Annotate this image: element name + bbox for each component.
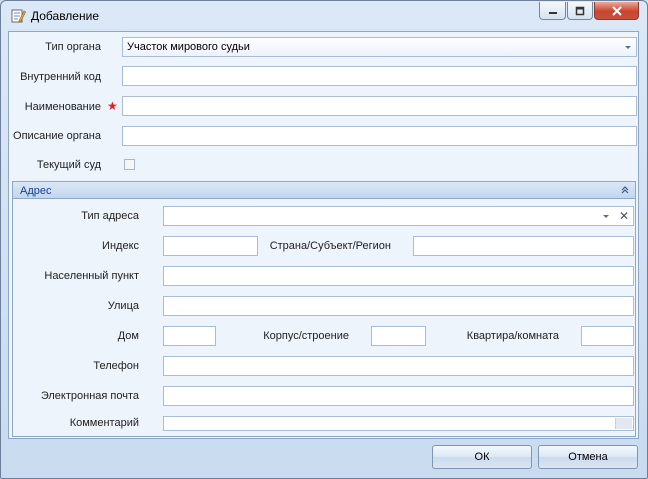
collapse-icon[interactable] [619,183,631,197]
close-button[interactable] [594,2,639,20]
description-input[interactable] [122,126,637,146]
current-court-checkbox[interactable] [124,159,135,170]
building-label: Корпус/строение [263,330,349,342]
country-region-label: Страна/Субъект/Регион [269,240,391,252]
building-input[interactable] [371,326,426,346]
comment-input[interactable] [163,416,634,431]
chevron-down-icon [625,46,631,49]
organ-type-combo[interactable]: Участок мирового судьи [122,37,637,57]
current-court-label: Текущий суд [36,159,101,171]
window-title: Добавление [31,9,99,23]
close-icon [611,5,622,16]
minimize-icon [548,11,557,14]
locality-input[interactable] [163,266,634,286]
clear-icon[interactable]: ✕ [619,210,629,222]
edit-document-icon [11,9,26,23]
resize-handle[interactable] [615,418,632,429]
dialog-window: Добавление Тип органа Участок мирового с… [0,0,648,479]
locality-label: Населенный пункт [44,270,139,282]
index-label: Индекс [102,240,139,252]
address-type-combo[interactable]: ✕ [163,206,634,226]
house-label: Дом [117,330,139,342]
maximize-button[interactable] [567,2,593,20]
internal-code-label: Внутренний код [20,71,101,83]
ok-button[interactable]: ОК [432,445,532,469]
cancel-button[interactable]: Отмена [538,445,638,469]
phone-label: Телефон [93,360,139,372]
description-label: Описание органа [13,130,101,142]
maximize-icon [575,6,585,15]
address-section-header[interactable]: Адрес [12,181,636,199]
street-label: Улица [107,300,139,312]
required-star-icon: ★ [107,99,118,113]
organ-type-value: Участок мирового судьи [127,41,250,53]
address-section-title: Адрес [20,185,52,197]
email-label: Электронная почта [40,390,139,402]
house-input[interactable] [163,326,216,346]
internal-code-input[interactable] [122,66,637,86]
chevron-down-icon[interactable] [603,215,609,218]
name-input[interactable] [122,96,637,116]
apartment-label: Квартира/комната [466,330,559,342]
address-section-body: Тип адреса ✕ Индекс Страна/Субъект/Регио… [12,199,636,437]
dialog-content: Тип органа Участок мирового судьи Внутре… [8,31,639,439]
title-bar: Добавление [1,1,647,31]
index-input[interactable] [163,236,258,256]
country-region-input[interactable] [413,236,634,256]
phone-input[interactable] [163,356,634,376]
street-input[interactable] [163,296,634,316]
email-input[interactable] [163,386,634,406]
address-type-label: Тип адреса [81,210,139,222]
name-label: Наименование [24,101,101,113]
apartment-input[interactable] [581,326,634,346]
organ-type-label: Тип органа [45,41,101,53]
minimize-button[interactable] [539,2,566,20]
comment-label: Комментарий [69,417,139,429]
